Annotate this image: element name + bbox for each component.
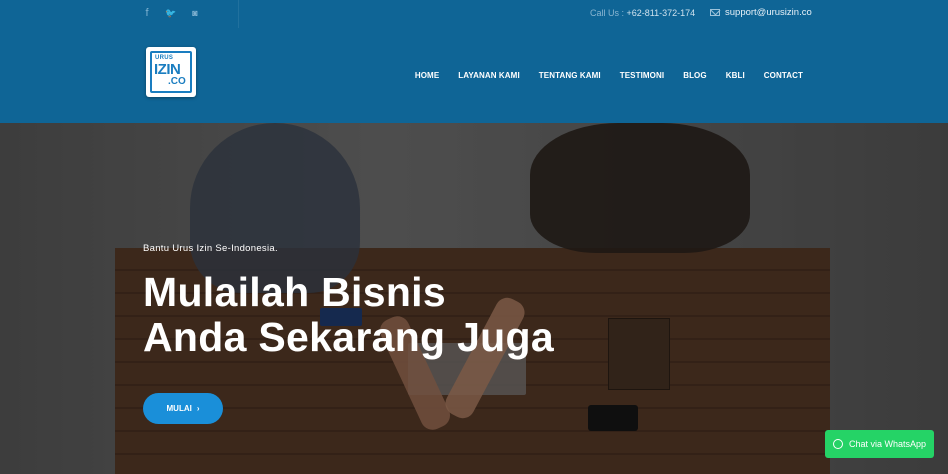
whatsapp-chat-button[interactable]: Chat via WhatsApp (825, 430, 934, 458)
top-bar: f 🐦 ◙ Call Us : +62-811-372-174 support@… (0, 0, 948, 28)
topbar-divider (238, 0, 239, 28)
twitter-icon[interactable]: 🐦 (165, 6, 177, 20)
site-logo[interactable]: URUS IZIN .CO (146, 47, 196, 97)
email-info[interactable]: support@urusizin.co (710, 7, 812, 18)
whatsapp-label: Chat via WhatsApp (848, 439, 927, 449)
call-number[interactable]: +62-811-372-174 (627, 8, 696, 18)
call-info: Call Us : +62-811-372-174 (590, 8, 695, 18)
nav-contact[interactable]: CONTACT (764, 71, 803, 80)
hero-tagline: Bantu Urus Izin Se-Indonesia. (143, 243, 278, 254)
envelope-icon (710, 9, 720, 16)
call-label: Call Us : (590, 8, 625, 18)
whatsapp-icon (832, 439, 843, 449)
instagram-icon[interactable]: ◙ (189, 6, 201, 20)
mulai-button[interactable]: MULAI › (143, 393, 223, 424)
nav-kbli[interactable]: KBLI (726, 71, 745, 80)
site-header: URUS IZIN .CO HOME LAYANAN KAMI TENTANG … (0, 28, 948, 123)
logo-co-text: .CO (168, 76, 186, 87)
nav-tentang-kami[interactable]: TENTANG KAMI (539, 71, 601, 80)
email-address[interactable]: support@urusizin.co (725, 7, 812, 18)
headline-line-2: Anda Sekarang Juga (143, 314, 554, 360)
nav-layanan-kami[interactable]: LAYANAN KAMI (458, 71, 520, 80)
chevron-right-icon: › (196, 404, 200, 413)
hero-headline: Mulailah Bisnis Anda Sekarang Juga (143, 270, 554, 360)
nav-blog[interactable]: BLOG (683, 71, 707, 80)
nav-testimoni[interactable]: TESTIMONI (620, 71, 664, 80)
headline-line-1: Mulailah Bisnis (143, 269, 446, 315)
main-nav: HOME LAYANAN KAMI TENTANG KAMI TESTIMONI… (396, 71, 803, 80)
social-links: f 🐦 ◙ (141, 6, 201, 20)
facebook-icon[interactable]: f (141, 6, 153, 20)
mulai-label: MULAI (166, 404, 192, 413)
logo-frame: URUS IZIN .CO (150, 51, 192, 93)
nav-home[interactable]: HOME (415, 71, 439, 80)
